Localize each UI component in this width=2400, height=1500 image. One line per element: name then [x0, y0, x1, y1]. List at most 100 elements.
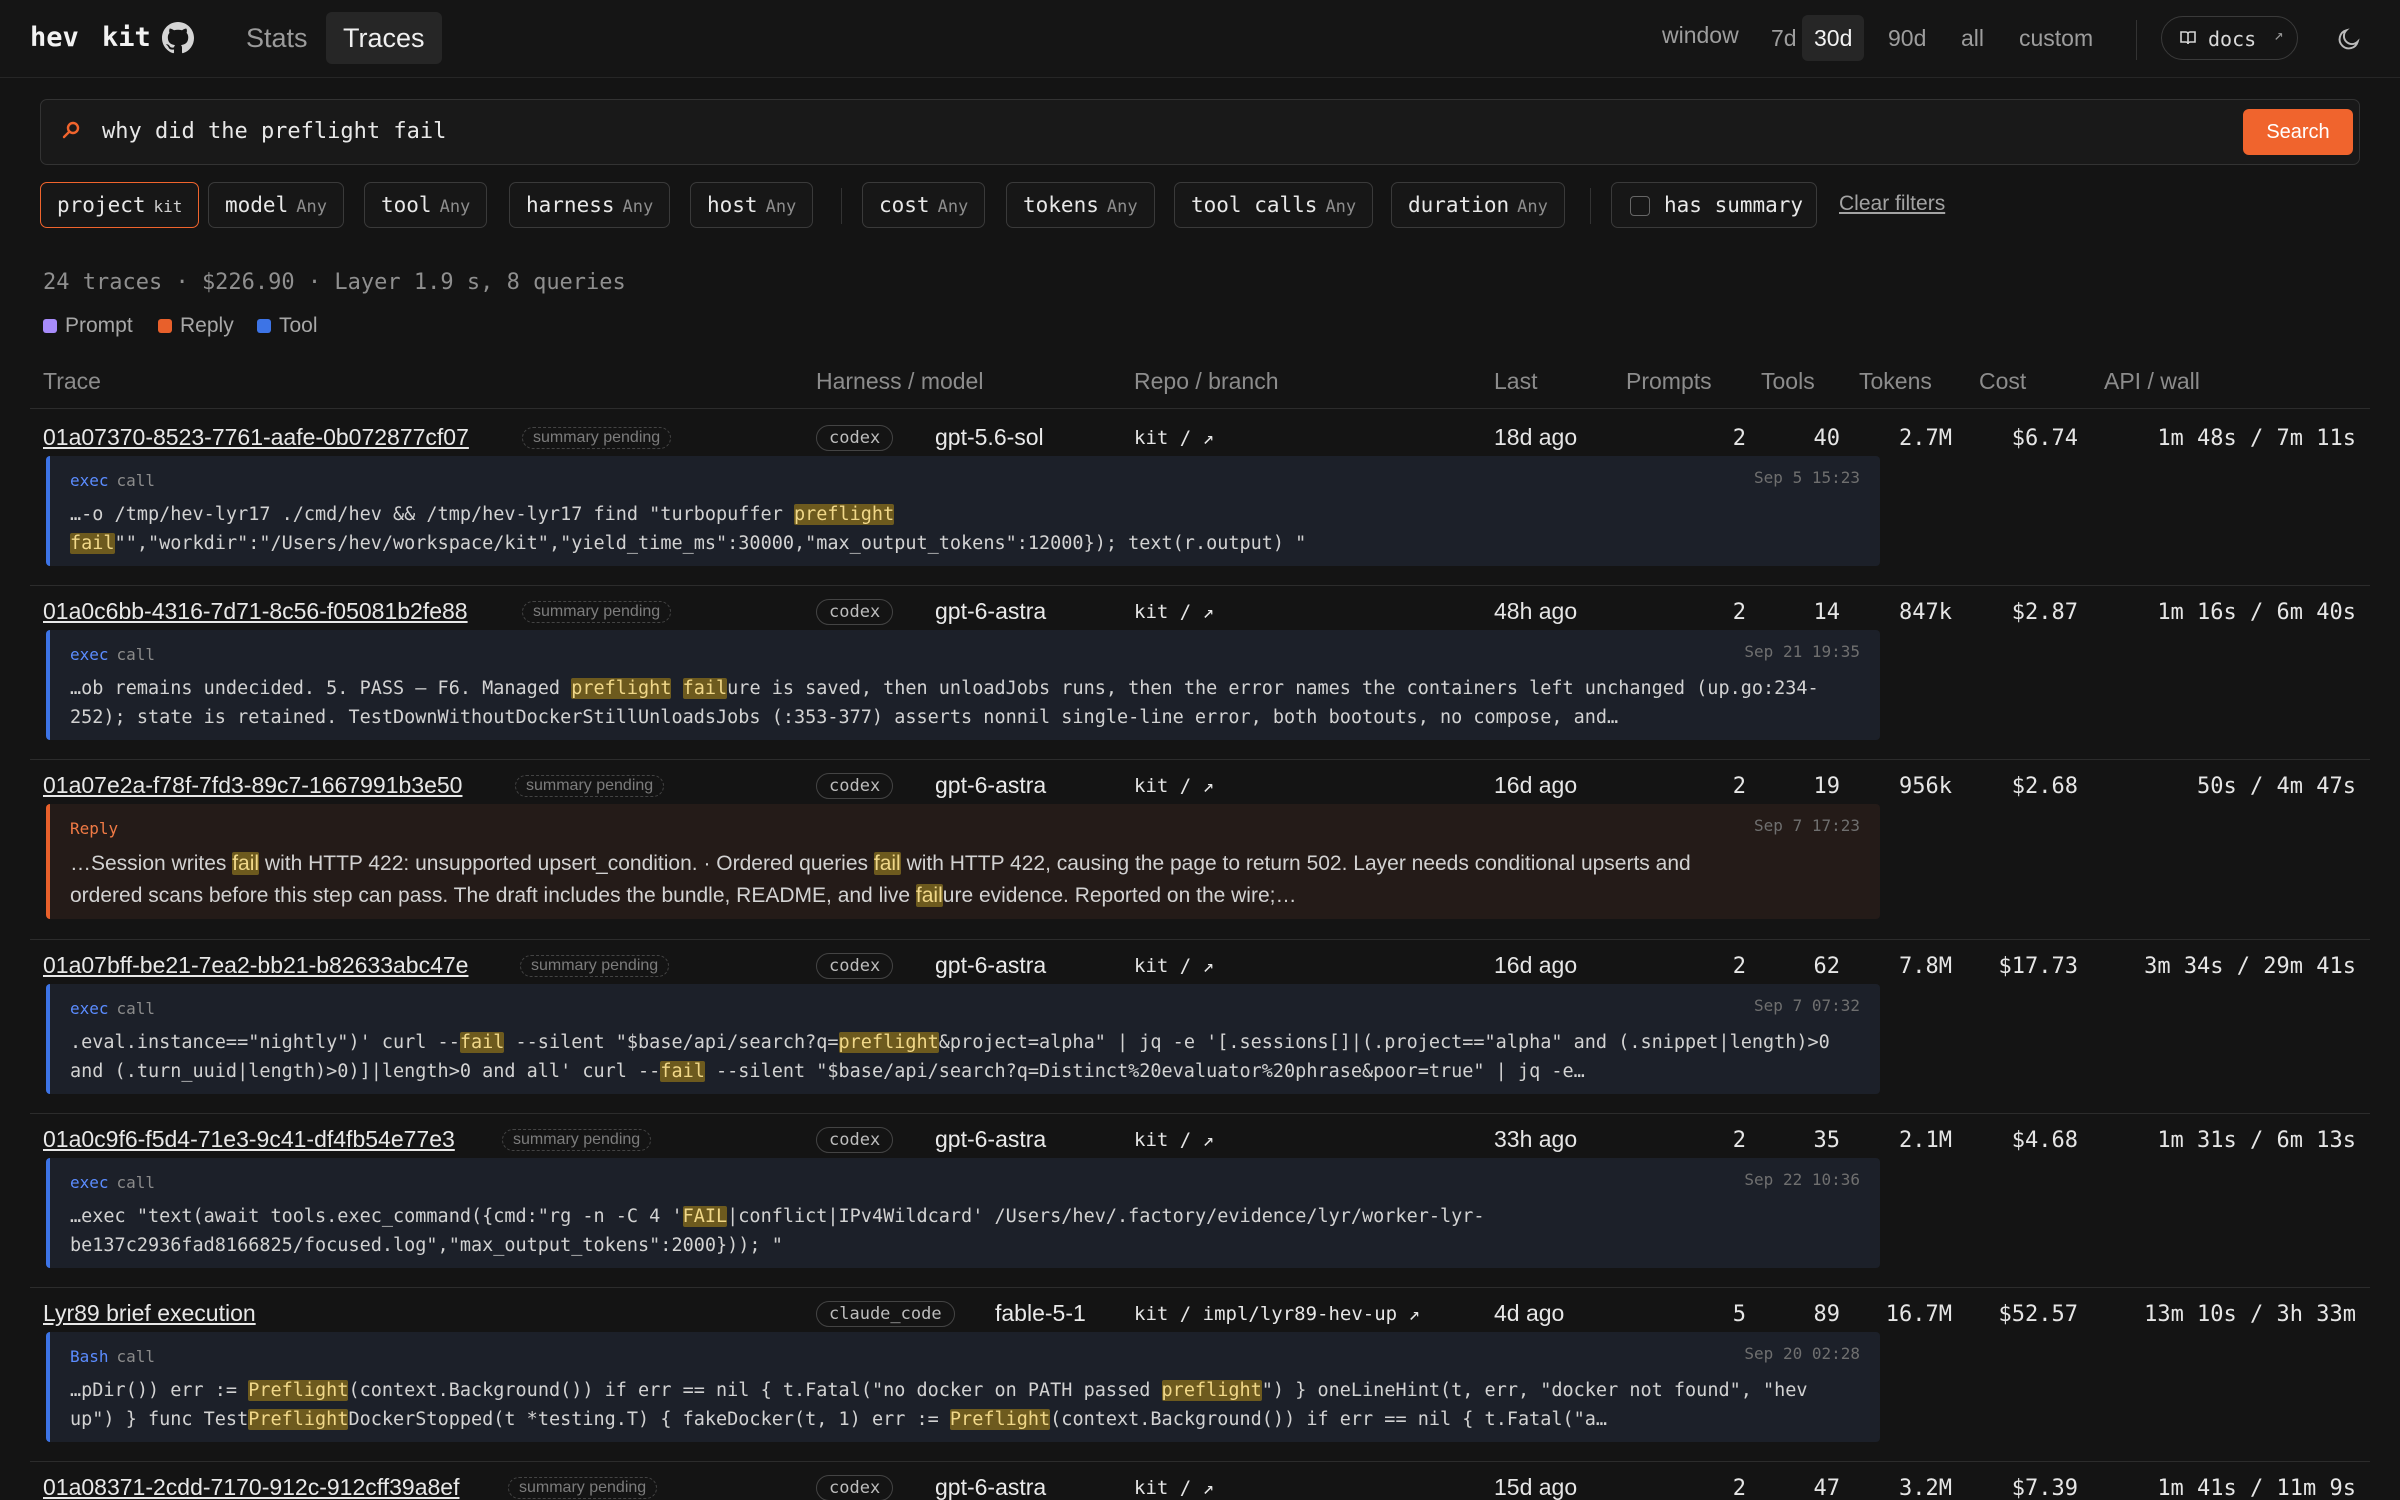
snippet[interactable]: Reply Sep 7 17:23 …Session writes fail wit…	[46, 804, 1880, 919]
window-30d[interactable]: 30d	[1802, 15, 1865, 61]
search-highlight: preflight	[838, 1032, 939, 1053]
last-seen: 18d ago	[1494, 424, 1578, 450]
repo-branch-link[interactable]: kit / impl/lyr89-hev-up ↗	[1134, 1303, 1420, 1325]
github-icon[interactable]	[162, 22, 194, 54]
last-seen: 4d ago	[1494, 1300, 1565, 1326]
search-button[interactable]: Search	[2243, 109, 2353, 155]
snippet-text: …exec "text(await tools.exec_command({cm…	[70, 1206, 1485, 1256]
col-tokens[interactable]: Tokens	[1859, 368, 1932, 395]
snippet-type-label: Reply	[70, 819, 119, 838]
search-highlight: FAIL	[682, 1206, 728, 1227]
trace-link[interactable]: 01a08371-2cdd-7170-912c-912cff39a8ef	[43, 1474, 459, 1500]
model-name: gpt-5.6-sol	[935, 424, 1044, 450]
harness-badge: codex	[816, 773, 894, 799]
snippet[interactable]: exec call Sep 22 10:36 …exec "text(await to…	[46, 1158, 1880, 1268]
trace-link[interactable]: 01a0c9f6-f5d4-71e3-9c41-df4fb54e77e3	[43, 1126, 455, 1153]
repo-branch-link[interactable]: kit / ↗	[1134, 1477, 1214, 1499]
col-prompts[interactable]: Prompts	[1626, 368, 1712, 395]
snippet-type-label: exec	[70, 645, 109, 664]
col-repo-branch[interactable]: Repo / branch	[1134, 368, 1278, 395]
model-name: gpt-6-astra	[935, 952, 1047, 978]
table-row[interactable]: 01a0c6bb-4316-7d71-8c56-f05081b2fe88 summ…	[30, 598, 2370, 764]
search-input[interactable]: why did the preflight fail	[102, 119, 446, 144]
snippet[interactable]: exec call Sep 7 07:32 .eval.instance=="nigh…	[46, 984, 1880, 1094]
filter-harness[interactable]: harness Any	[509, 182, 671, 228]
model-name: fable-5-1	[995, 1300, 1086, 1326]
prompts-value: 5	[1732, 1302, 1746, 1327]
search-bar: why did the preflight fail Search	[40, 99, 2360, 165]
table-row[interactable]: 01a07e2a-f78f-7fd3-89c7-1667991b3e50 summ…	[30, 772, 2370, 943]
filter-project[interactable]: project kit	[40, 182, 200, 228]
snippet-timestamp: Sep 22 10:36	[1744, 1170, 1860, 1189]
filter-model[interactable]: model Any	[208, 182, 344, 228]
table-row[interactable]: 01a08371-2cdd-7170-912c-912cff39a8ef summ…	[30, 1474, 2370, 1500]
window-90d[interactable]: 90d	[1876, 15, 1938, 61]
filter-cost[interactable]: cost Any	[862, 182, 986, 228]
legend-reply: Reply	[158, 314, 234, 338]
api-wall-value: 13m 10s / 3h 33m	[2144, 1302, 2356, 1327]
filter-tokens[interactable]: tokens Any	[1006, 182, 1155, 228]
filter-tool-calls[interactable]: tool calls Any	[1174, 182, 1374, 228]
snippet[interactable]: exec call Sep 21 19:35 …ob remains undecide…	[46, 630, 1880, 740]
col-last[interactable]: Last	[1494, 368, 1537, 395]
filter-host[interactable]: host Any	[690, 182, 814, 228]
trace-link[interactable]: 01a07370-8523-7761-aafe-0b072877cf07	[43, 424, 469, 451]
table-row[interactable]: 01a07bff-be21-7ea2-bb21-b82633abc47e summ…	[30, 952, 2370, 1118]
snippet[interactable]: exec call Sep 5 15:23 …-o /tmp/hev-lyr17 ./…	[46, 456, 1880, 566]
trace-link[interactable]: 01a07bff-be21-7ea2-bb21-b82633abc47e	[43, 952, 468, 979]
col-tools[interactable]: Tools	[1761, 368, 1815, 395]
row-divider	[30, 585, 2370, 586]
table-row[interactable]: 01a0c9f6-f5d4-71e3-9c41-df4fb54e77e3 summ…	[30, 1126, 2370, 1292]
docs-button[interactable]: docs ↗	[2161, 16, 2298, 60]
snippet[interactable]: Bash call Sep 20 02:28 …pDir()) err := Pref…	[46, 1332, 1880, 1442]
cost-value: $7.39	[2011, 1476, 2078, 1500]
window-all[interactable]: all	[1949, 15, 1996, 61]
snippet-timestamp: Sep 5 15:23	[1754, 468, 1860, 487]
snippet-kind-label: call	[116, 1173, 156, 1192]
snippet-type-label: exec	[70, 471, 109, 490]
tab-traces[interactable]: Traces	[326, 12, 442, 64]
search-highlight: preflight	[793, 504, 895, 525]
col-harness-model[interactable]: Harness / model	[816, 368, 983, 395]
cost-value: $52.57	[1998, 1302, 2078, 1327]
cost-value: $4.68	[2011, 1128, 2078, 1153]
harness-badge: codex	[816, 1475, 894, 1500]
search-highlight: fail	[660, 1061, 705, 1082]
clear-filters-link[interactable]: Clear filters	[1839, 192, 1945, 216]
repo-branch-link[interactable]: kit / ↗	[1134, 427, 1214, 449]
repo-branch-link[interactable]: kit / ↗	[1134, 775, 1214, 797]
cost-value: $6.74	[2011, 426, 2078, 451]
trace-link[interactable]: 01a0c6bb-4316-7d71-8c56-f05081b2fe88	[43, 598, 468, 625]
prompts-value: 2	[1732, 954, 1746, 979]
trace-link[interactable]: 01a07e2a-f78f-7fd3-89c7-1667991b3e50	[43, 772, 462, 799]
external-link-icon: ↗	[2274, 25, 2284, 44]
table-row[interactable]: 01a07370-8523-7761-aafe-0b072877cf07 summ…	[30, 424, 2370, 590]
search-highlight: Preflight	[248, 1409, 349, 1430]
repo-branch-link[interactable]: kit / ↗	[1134, 955, 1214, 977]
filter-tool[interactable]: tool Any	[364, 182, 488, 228]
col-cost[interactable]: Cost	[1979, 368, 2026, 395]
last-seen: 15d ago	[1494, 1474, 1578, 1500]
checkbox[interactable]	[1630, 196, 1650, 216]
window-custom[interactable]: custom	[2007, 15, 2105, 61]
repo-branch-link[interactable]: kit / ↗	[1134, 1129, 1214, 1151]
filter-duration[interactable]: duration Any	[1391, 182, 1565, 228]
moon-icon[interactable]	[2336, 26, 2362, 52]
legend-prompt: Prompt	[43, 314, 133, 338]
has-summary-checkbox[interactable]: has summary	[1611, 182, 1817, 228]
api-wall-value: 1m 16s / 6m 40s	[2157, 600, 2356, 625]
brand-kit[interactable]: kit	[102, 22, 151, 53]
snippet-text: .eval.instance=="nightly")' curl --fail …	[70, 1032, 1830, 1082]
col-trace[interactable]: Trace	[43, 368, 101, 395]
table-row[interactable]: Lyr89 brief execution claude_code fable-5-…	[30, 1300, 2370, 1466]
tools-value: 40	[1813, 426, 1841, 451]
brand-hev[interactable]: hev	[30, 22, 79, 53]
search-highlight: fail	[70, 533, 115, 554]
tab-stats[interactable]: Stats	[229, 12, 325, 64]
repo-branch-link[interactable]: kit / ↗	[1134, 601, 1214, 623]
snippet-kind-label: call	[116, 471, 156, 490]
trace-link[interactable]: Lyr89 brief execution	[43, 1300, 256, 1327]
divider	[2136, 20, 2137, 60]
row-divider	[30, 939, 2370, 940]
col-api-wall[interactable]: API / wall	[2104, 368, 2200, 395]
